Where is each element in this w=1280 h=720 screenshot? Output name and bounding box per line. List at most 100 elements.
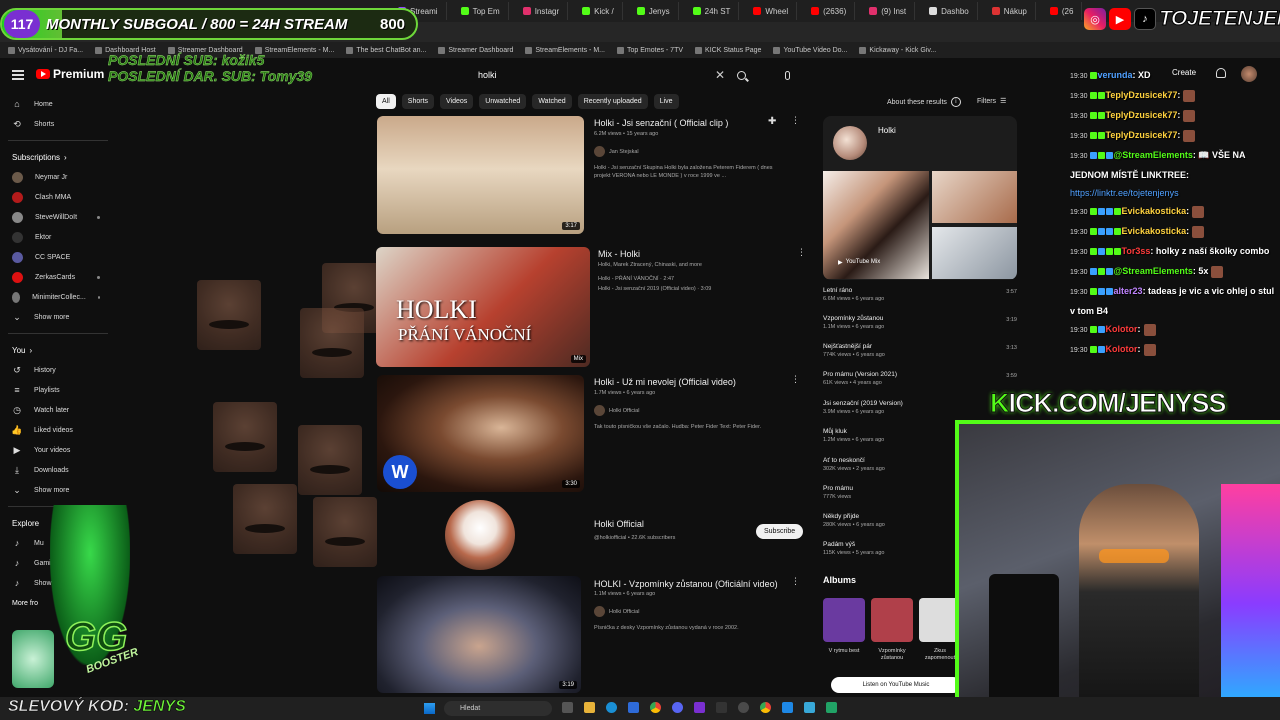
chip-live[interactable]: Live	[653, 94, 679, 109]
bookmark[interactable]: Streamer Dashboard	[438, 46, 513, 54]
mix-track[interactable]: Jsi senzační (2019 Version) 3.9M views • …	[823, 400, 1017, 415]
browser-tab[interactable]: (26	[1042, 2, 1083, 20]
sidebar-item-shorts[interactable]: ⟲ Shorts	[0, 114, 110, 134]
create-button[interactable]: Create	[1172, 68, 1196, 77]
browser-tab[interactable]: Top Em	[453, 2, 509, 20]
chat-username[interactable]: Evickakosticka	[1122, 226, 1187, 236]
album-card[interactable]: Vzpomínky zůstanou	[871, 598, 913, 662]
bookmark[interactable]: The best ChatBot an...	[346, 46, 426, 54]
chip-watched[interactable]: Watched	[532, 94, 572, 109]
clear-search-icon[interactable]: ✕	[715, 68, 729, 82]
chrome-icon[interactable]	[760, 702, 771, 713]
obs-icon[interactable]	[738, 702, 749, 713]
channel-link[interactable]: Holki Official	[594, 405, 639, 416]
mix-track[interactable]: Pro mámu (Version 2021) 61K views • 4 yea…	[823, 371, 1017, 386]
mix-track[interactable]: Vzpomínky zůstanou 1.1M views • 6 years a…	[823, 315, 1017, 330]
app-icon[interactable]	[782, 702, 793, 713]
mix-track[interactable]: Holki - Jsi senzační 2019 (Official vide…	[598, 286, 711, 292]
chat-username[interactable]: Kolotor	[1106, 324, 1138, 334]
channel-link[interactable]: Jan Stejskal	[594, 146, 639, 157]
search-button[interactable]	[729, 66, 753, 84]
sidebar-item-your-videos[interactable]: ▶ Your videos	[0, 440, 110, 460]
sidebar-item-downloads[interactable]: ⤓ Downloads	[0, 460, 110, 480]
sidebar-subscription[interactable]: SteveWillDoIt	[0, 207, 110, 227]
sidebar-item-liked-videos[interactable]: 👍 Liked videos	[0, 420, 110, 440]
chat-username[interactable]: Kolotor	[1106, 344, 1138, 354]
chat-username[interactable]: TeplyDzusicek77	[1106, 110, 1178, 120]
bookmark[interactable]: StreamElements - M...	[525, 46, 605, 54]
mix-thumbnail[interactable]: HOLKI PŘÁNÍ VÁNOČNÍ Mix	[376, 247, 590, 367]
sidebar-item-watch-later[interactable]: ◷ Watch later	[0, 400, 110, 420]
voice-search-button[interactable]	[780, 67, 794, 83]
mix-track[interactable]: Nejšťastnější pár 774K views • 6 years ag…	[823, 343, 1017, 358]
app-icon[interactable]	[804, 702, 815, 713]
task-view-icon[interactable]	[562, 702, 573, 713]
file-explorer-icon[interactable]	[584, 702, 595, 713]
chip-unwatched[interactable]: Unwatched	[479, 94, 527, 109]
bookmark[interactable]: KICK Status Page	[695, 46, 761, 54]
sidebar-item-home[interactable]: ⌂ Home	[0, 94, 110, 114]
mix-track[interactable]: Holki - PŘÁNÍ VÁNOČNÍ · 2:47	[598, 276, 674, 282]
browser-tab[interactable]: 24h ST	[685, 2, 740, 20]
chip-recently-uploaded[interactable]: Recently uploaded	[577, 94, 648, 109]
windows-start-icon[interactable]	[424, 703, 435, 714]
video-thumbnail[interactable]: W 3:30	[377, 375, 584, 492]
chat-username[interactable]: verunda	[1098, 70, 1133, 80]
video-title[interactable]: Holki - Už mi nevolej (Official video)	[594, 377, 736, 387]
bookmark[interactable]: Kickaway - Kick Giv...	[859, 46, 936, 54]
listen-on-youtube-music-button[interactable]: Listen on YouTube Music	[831, 677, 961, 693]
notifications-bell-icon[interactable]	[1216, 68, 1226, 78]
browser-tab[interactable]: Jenys	[629, 2, 679, 20]
album-card[interactable]: V rytmu best	[823, 598, 865, 655]
chip-shorts[interactable]: Shorts	[401, 94, 435, 109]
chat-username[interactable]: @StreamElements	[1114, 150, 1193, 160]
chat-username[interactable]: TeplyDzusicek77	[1106, 90, 1178, 100]
sidebar-subscription[interactable]: CC SPACE	[0, 247, 110, 267]
youtube-logo[interactable]: Premium	[36, 67, 104, 81]
chat-username[interactable]: alter23	[1114, 286, 1143, 296]
chat-username[interactable]: Evickakosticka	[1122, 206, 1187, 216]
channel-avatar[interactable]	[445, 500, 515, 570]
chip-videos[interactable]: Videos	[440, 94, 474, 109]
sidebar-subscription[interactable]: Neymar Jr	[0, 167, 110, 187]
more-actions-icon[interactable]: ⋮	[791, 375, 800, 384]
browser-tab[interactable]: Kick /	[574, 2, 623, 20]
about-results[interactable]: About these results i	[887, 97, 961, 107]
browser-tab[interactable]: Dashbo	[921, 2, 978, 20]
sidebar-subscription[interactable]: MinimiterCollec...	[0, 287, 110, 307]
chat-link[interactable]: https://linktr.ee/tojetenjenys	[1070, 184, 1276, 202]
app-icon[interactable]	[694, 702, 705, 713]
youtube-mix-button[interactable]: ▶ YouTube Mix	[838, 256, 880, 268]
chat-username[interactable]: Tor3ss	[1122, 246, 1151, 256]
app-icon[interactable]	[716, 702, 727, 713]
video-thumbnail[interactable]: 3:19	[377, 576, 581, 693]
channel-title[interactable]: Holki Official	[594, 519, 644, 529]
mix-title[interactable]: Mix - Holki	[598, 249, 640, 259]
sidebar-item-history[interactable]: ↺ History	[0, 360, 110, 380]
mix-panel-title[interactable]: Holki	[878, 126, 896, 135]
hamburger-menu-icon[interactable]	[12, 70, 24, 80]
you-heading[interactable]: You ›	[0, 340, 110, 360]
bookmark[interactable]: Vysátování - DJ Fa...	[8, 46, 83, 54]
video-thumbnail[interactable]: 3:17	[377, 116, 584, 234]
taskbar-search[interactable]: Hledat	[444, 701, 552, 716]
channel-link[interactable]: Holki Official	[594, 606, 639, 617]
sidebar-item-playlists[interactable]: ≡ Playlists	[0, 380, 110, 400]
browser-tab[interactable]: Wheel	[745, 2, 798, 20]
sidebar-subscription[interactable]: Ektor	[0, 227, 110, 247]
sidebar-subscription[interactable]: Clash MMA	[0, 187, 110, 207]
browser-tab[interactable]: (9) Inst	[861, 2, 916, 20]
chip-all[interactable]: All	[376, 94, 396, 109]
mix-track[interactable]: Letní ráno 6.6M views • 6 years ago 3:57	[823, 287, 1017, 302]
chat-username[interactable]: TeplyDzusicek77	[1106, 130, 1178, 140]
more-actions-icon[interactable]: ⋮	[791, 577, 800, 586]
video-title[interactable]: Holki - Jsi senzační ( Official clip )	[594, 118, 728, 128]
sidebar-subscription[interactable]: ZerkasCards	[0, 267, 110, 287]
excel-icon[interactable]	[826, 702, 837, 713]
video-title[interactable]: HOLKI - Vzpomínky zůstanou (Oficiální vi…	[594, 579, 778, 589]
more-actions-icon[interactable]: ⋮	[791, 116, 800, 125]
filters-button[interactable]: Filters ☰	[977, 97, 1006, 106]
subscribe-button[interactable]: Subscribe	[756, 524, 804, 539]
bookmark[interactable]: Top Emotes - 7TV	[617, 46, 683, 54]
store-icon[interactable]	[628, 702, 639, 713]
